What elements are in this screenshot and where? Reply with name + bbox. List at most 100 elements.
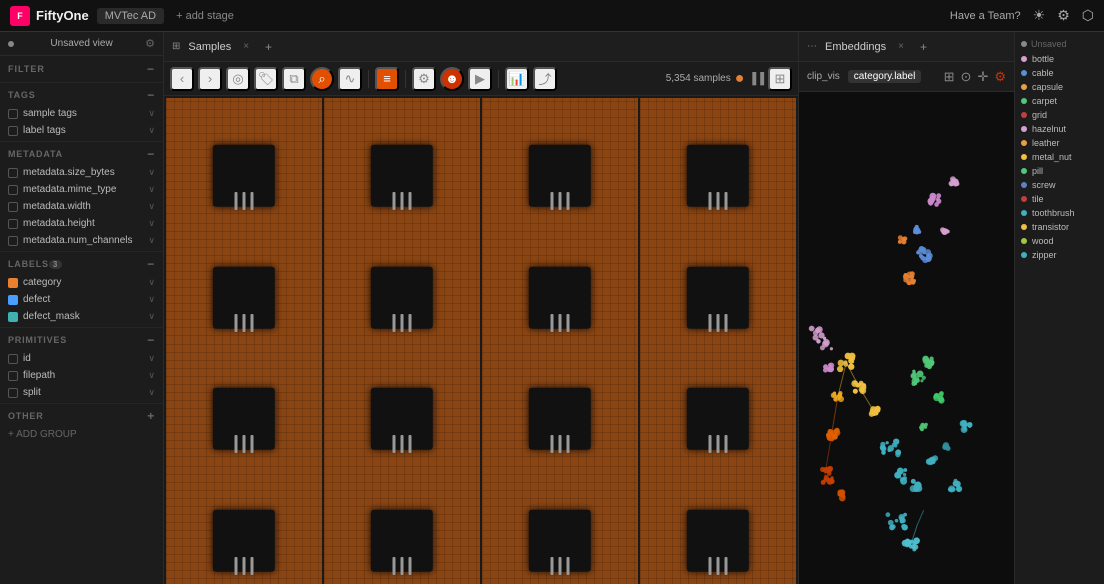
legend-item-zipper[interactable]: zipper — [1015, 248, 1104, 262]
play-button[interactable]: ▶ — [468, 67, 492, 91]
filter-minus-icon[interactable]: − — [147, 62, 155, 76]
sidebar-item-sample-tags[interactable]: sample tags ∨ — [0, 105, 163, 122]
legend-item-wood[interactable]: wood — [1015, 234, 1104, 248]
sample-tags-checkbox[interactable] — [8, 109, 18, 119]
legend-item-grid[interactable]: grid — [1015, 108, 1104, 122]
sample-cell-13[interactable]: transistor good — [324, 463, 480, 584]
similarity-button[interactable]: ◎ — [226, 67, 250, 91]
legend-item-metal-nut[interactable]: metal_nut — [1015, 150, 1104, 164]
sun-icon[interactable]: ☀ — [1033, 7, 1046, 24]
sidebar-item-defect[interactable]: defect ∨ — [0, 291, 163, 308]
id-checkbox[interactable] — [8, 354, 18, 364]
embed-settings-icon[interactable]: ⚙ — [994, 69, 1006, 85]
prev-page-button[interactable]: ‹ — [170, 67, 194, 91]
search-button[interactable]: ⌕ — [310, 67, 334, 91]
sidebar-item-metadata-channels[interactable]: metadata.num_channels ∨ — [0, 232, 163, 249]
category-checkbox[interactable] — [8, 278, 18, 288]
legend-item-transistor[interactable]: transistor — [1015, 220, 1104, 234]
sample-cell-14[interactable]: transistor good — [482, 463, 638, 584]
tags-minus-icon[interactable]: − — [147, 88, 155, 102]
metadata-channels-checkbox[interactable] — [8, 236, 18, 246]
label-tags-checkbox[interactable] — [8, 126, 18, 136]
embed-canvas[interactable]: + — [799, 92, 1014, 584]
defect-checkbox[interactable] — [8, 295, 18, 305]
dataset-name[interactable]: MVTec AD — [97, 8, 164, 24]
sidebar-item-metadata-width[interactable]: metadata.width ∨ — [0, 198, 163, 215]
metadata-mime-checkbox[interactable] — [8, 185, 18, 195]
add-group-label: + ADD GROUP — [8, 429, 77, 440]
defect-label: defect — [23, 294, 143, 305]
legend-item-capsule[interactable]: capsule — [1015, 80, 1104, 94]
sidebar-view-row: Unsaved view ⚙ — [0, 32, 163, 56]
sidebar-item-filepath[interactable]: filepath ∨ — [0, 367, 163, 384]
metadata-height-checkbox[interactable] — [8, 219, 18, 229]
embed-grid-icon[interactable]: ⊞ — [944, 69, 955, 85]
sample-count: 5,354 samples — [666, 73, 731, 84]
legend-item-leather[interactable]: leather — [1015, 136, 1104, 150]
main-layout: Unsaved view ⚙ FILTER − TAGS − sample ta… — [0, 32, 1104, 584]
sample-cell-12[interactable]: transistor good — [166, 463, 322, 584]
have-a-team-link[interactable]: Have a Team? — [950, 10, 1021, 22]
sidebar-item-metadata-height[interactable]: metadata.height ∨ — [0, 215, 163, 232]
filepath-checkbox[interactable] — [8, 371, 18, 381]
legend-item-screw[interactable]: screw — [1015, 178, 1104, 192]
github-icon[interactable]: ⬡ — [1082, 7, 1094, 24]
toolbar-sep-1 — [368, 70, 369, 88]
settings-btn[interactable]: ⚙ — [412, 67, 436, 91]
person-button[interactable]: ☻ — [440, 67, 464, 91]
chart-button[interactable]: 📊 — [505, 67, 529, 91]
legend-item-tile[interactable]: tile — [1015, 192, 1104, 206]
samples-add-panel-button[interactable]: + — [265, 40, 272, 54]
embed-move-icon[interactable]: ✛ — [977, 69, 988, 85]
sample-cell-15[interactable]: transistor good — [640, 463, 796, 584]
legend-item-toothbrush[interactable]: toothbrush — [1015, 206, 1104, 220]
split-arrow: ∨ — [148, 387, 155, 398]
sidebar-item-category[interactable]: category ∨ — [0, 274, 163, 291]
settings-icon[interactable]: ⚙ — [1057, 7, 1070, 24]
embeddings-add-panel-button[interactable]: + — [920, 40, 927, 54]
legend-item-pill[interactable]: pill — [1015, 164, 1104, 178]
other-section-header: OTHER + — [0, 403, 163, 426]
sidebar-item-metadata-size[interactable]: metadata.size_bytes ∨ — [0, 164, 163, 181]
sidebar-item-label-tags[interactable]: label tags ∨ — [0, 122, 163, 139]
label-tags-arrow: ∨ — [148, 125, 155, 136]
primitives-minus-icon[interactable]: − — [147, 333, 155, 347]
defect-mask-checkbox[interactable] — [8, 312, 18, 322]
view-settings-icon[interactable]: ⚙ — [145, 37, 155, 50]
legend-item-hazelnut[interactable]: hazelnut — [1015, 122, 1104, 136]
sidebar-item-metadata-mime[interactable]: metadata.mime_type ∨ — [0, 181, 163, 198]
tags-label: TAGS — [8, 90, 36, 100]
metadata-minus-icon[interactable]: − — [147, 147, 155, 161]
metadata-size-checkbox[interactable] — [8, 168, 18, 178]
add-stage-button[interactable]: + add stage — [176, 10, 234, 22]
sidebar-item-id[interactable]: id ∨ — [0, 350, 163, 367]
legend-item-bottle[interactable]: bottle — [1015, 52, 1104, 66]
sidebar-item-defect-mask[interactable]: defect_mask ∨ — [0, 308, 163, 325]
legend-name-metal-nut: metal_nut — [1032, 152, 1072, 162]
samples-tab-close[interactable]: × — [243, 41, 249, 52]
next-page-button[interactable]: › — [198, 67, 222, 91]
legend-name-bottle: bottle — [1032, 54, 1054, 64]
lasso-button[interactable]: ∿ — [338, 67, 362, 91]
other-plus-icon[interactable]: + — [147, 409, 155, 423]
tag-button[interactable]: 🏷 — [254, 67, 278, 91]
embed-lasso-icon[interactable]: ⊙ — [961, 69, 972, 85]
grid-view-button[interactable]: ⊞ — [768, 67, 792, 91]
embeddings-tab-close[interactable]: × — [898, 41, 904, 52]
legend-item-cable[interactable]: cable — [1015, 66, 1104, 80]
split-checkbox[interactable] — [8, 388, 18, 398]
copy-button[interactable]: ⧉ — [282, 67, 306, 91]
legend-item-carpet[interactable]: carpet — [1015, 94, 1104, 108]
labels-minus-icon[interactable]: − — [147, 257, 155, 271]
filter-button[interactable]: ≡ — [375, 67, 399, 91]
legend-dot-tile — [1021, 196, 1027, 202]
embed-color-label[interactable]: category.label — [848, 70, 922, 83]
legend-dot-transistor — [1021, 224, 1027, 230]
share-button[interactable]: ⤴ — [533, 67, 557, 91]
embed-vis-label: clip_vis — [807, 71, 840, 82]
metadata-width-checkbox[interactable] — [8, 202, 18, 212]
sidebar-item-split[interactable]: split ∨ — [0, 384, 163, 401]
legend-dot-carpet — [1021, 98, 1027, 104]
add-group-button[interactable]: + ADD GROUP — [0, 426, 163, 443]
legend-dot-zipper — [1021, 252, 1027, 258]
